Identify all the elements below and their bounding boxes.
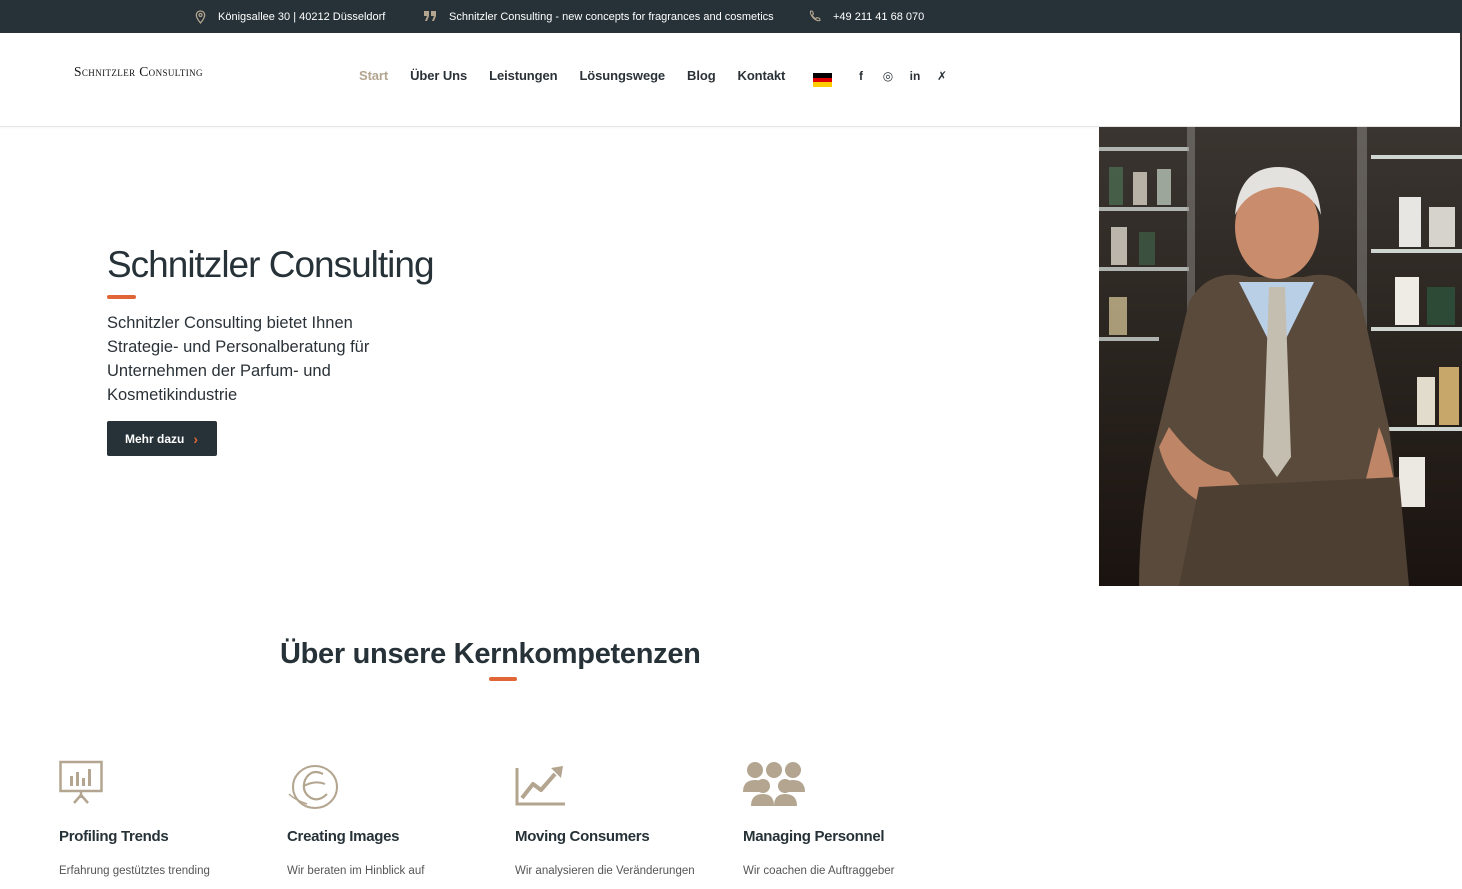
slogan-text: Schnitzler Consulting - new concepts for… [449, 10, 774, 23]
card-creating-images: Creating Images Wir beraten im Hinblick … [287, 760, 507, 877]
address-item: Königsallee 30 | 40212 Düsseldorf [195, 0, 385, 33]
nav-blog[interactable]: Blog [687, 68, 716, 83]
site-header: Schnitzler Consulting Start Über Uns Lei… [0, 33, 1462, 127]
address-text: Königsallee 30 | 40212 Düsseldorf [218, 10, 386, 23]
main-nav: Start Über Uns Leistungen Lösungswege Bl… [359, 68, 807, 83]
card-text: Wir coachen die Auftraggeber [743, 865, 895, 877]
nav-kontakt[interactable]: Kontakt [738, 68, 786, 83]
nav-leistungen[interactable]: Leistungen [489, 68, 557, 83]
section-accent-line [489, 677, 517, 681]
card-title: Profiling Trends [59, 828, 169, 845]
map-pin-icon [195, 9, 206, 24]
facebook-icon[interactable]: f [855, 69, 867, 83]
card-text: Erfahrung gestütztes trending [59, 865, 210, 877]
brand-e-icon [287, 760, 507, 809]
xing-icon[interactable]: ✗ [936, 69, 948, 83]
hero-accent-line [107, 295, 136, 299]
hero-portrait-image [1099, 127, 1462, 586]
slogan-item: Schnitzler Consulting - new concepts for… [424, 0, 774, 33]
card-moving-consumers: Moving Consumers Wir analysieren die Ver… [515, 760, 735, 877]
card-title: Creating Images [287, 828, 400, 845]
card-text: Wir beraten im Hinblick auf [287, 865, 425, 877]
mehr-dazu-button[interactable]: Mehr dazu › [107, 421, 217, 456]
quote-icon [424, 11, 437, 22]
nav-loesungswege[interactable]: Lösungswege [579, 68, 665, 83]
nav-start[interactable]: Start [359, 68, 388, 83]
phone-item[interactable]: +49 211 41 68 070 [808, 0, 924, 33]
phone-text[interactable]: +49 211 41 68 070 [833, 11, 924, 23]
trend-chart-icon [515, 760, 735, 808]
presentation-chart-icon [59, 760, 279, 808]
top-info-bar: Königsallee 30 | 40212 Düsseldorf Schnit… [0, 0, 1462, 33]
card-title: Managing Personnel [743, 828, 885, 845]
phone-icon [808, 10, 821, 23]
nav-ueber-uns[interactable]: Über Uns [410, 68, 467, 83]
team-icon [743, 760, 963, 808]
linkedin-icon[interactable]: in [909, 69, 921, 83]
hero-title: Schnitzler Consulting [107, 244, 435, 285]
card-title: Moving Consumers [515, 828, 650, 845]
button-label: Mehr dazu [125, 431, 185, 446]
card-text: Wir analysieren die Veränderungen [515, 865, 695, 877]
chevron-right-icon: › [193, 430, 199, 447]
section-title: Über unsere Kernkompetenzen [280, 638, 701, 670]
instagram-icon[interactable]: ◎ [882, 69, 894, 83]
german-flag-icon[interactable] [813, 73, 832, 88]
social-links: f ◎ in ✗ [855, 69, 948, 83]
site-logo[interactable]: Schnitzler Consulting [74, 64, 203, 80]
card-managing-personnel: Managing Personnel Wir coachen die Auftr… [743, 760, 963, 877]
card-profiling-trends: Profiling Trends Erfahrung gestütztes tr… [59, 760, 279, 877]
hero-text: Schnitzler Consulting bietet Ihnen Strat… [107, 314, 370, 404]
